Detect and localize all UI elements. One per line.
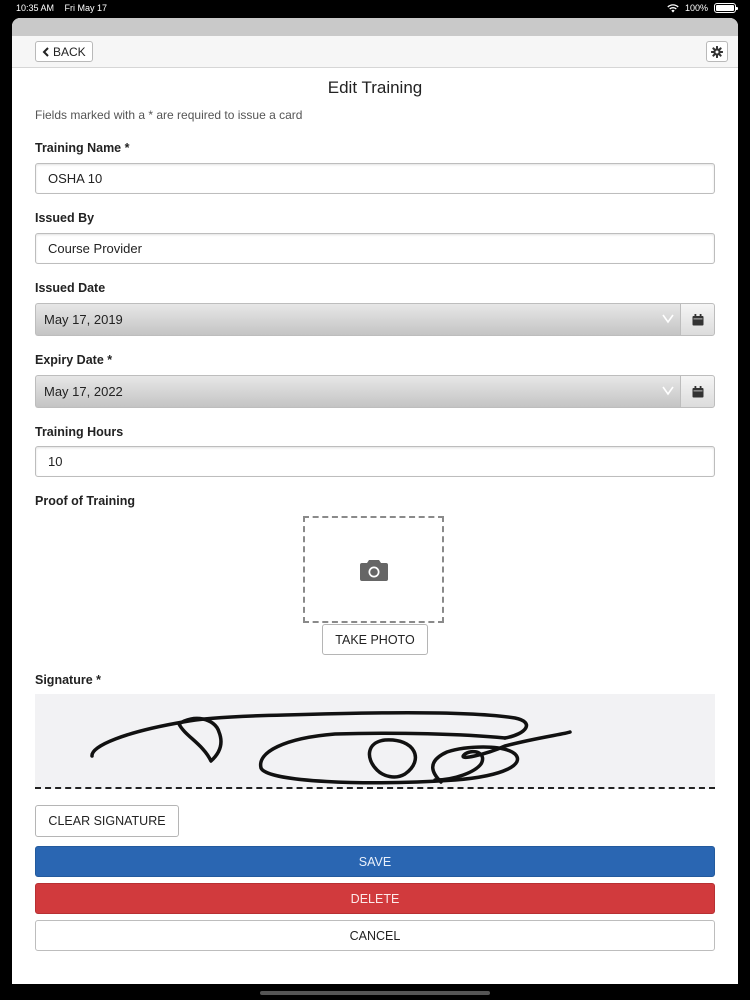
photo-dropzone[interactable]: [303, 516, 444, 623]
issued-date-value: May 17, 2019: [44, 312, 123, 327]
proof-of-training-label: Proof of Training: [35, 494, 135, 508]
training-name-value: OSHA 10: [48, 171, 103, 186]
home-indicator[interactable]: [260, 991, 490, 995]
issued-date-label: Issued Date: [35, 281, 106, 295]
signature-pad[interactable]: [35, 694, 715, 789]
cancel-button[interactable]: CANCEL: [35, 920, 715, 951]
expiry-date-label: Expiry Date *: [35, 353, 113, 367]
issued-by-label: Issued By: [35, 211, 95, 225]
app-window: BACK Edit Training Fields marked with a …: [12, 18, 738, 984]
training-hours-value: 10: [48, 454, 63, 469]
status-time: 10:35 AM: [16, 3, 55, 13]
issued-by-input[interactable]: Course Provider: [35, 233, 715, 264]
status-bar: 10:35 AM Fri May 17 100%: [0, 0, 750, 16]
issued-by-value: Course Provider: [48, 241, 142, 256]
save-button[interactable]: SAVE: [35, 846, 715, 877]
chevron-down-icon: [662, 386, 674, 396]
chevron-left-icon: [42, 46, 49, 57]
signature-label: Signature *: [35, 673, 101, 687]
nav-bar: BACK: [12, 36, 738, 68]
training-hours-label: Training Hours: [35, 425, 124, 439]
training-name-label: Training Name *: [35, 141, 130, 155]
battery-percent: 100%: [684, 3, 708, 13]
issued-date-calendar-button[interactable]: [680, 303, 715, 336]
expiry-date-calendar-button[interactable]: [680, 375, 715, 408]
calendar-icon: [692, 313, 703, 325]
expiry-date-select[interactable]: May 17, 2022: [35, 375, 680, 408]
back-button[interactable]: BACK: [35, 41, 93, 62]
wifi-icon: [667, 3, 679, 12]
training-hours-input[interactable]: 10: [35, 446, 715, 477]
required-hint: Fields marked with a * are required to i…: [35, 108, 303, 122]
gear-icon: [711, 45, 723, 58]
back-label: BACK: [53, 44, 86, 59]
chevron-down-icon: [662, 314, 674, 324]
signature-drawing: [90, 711, 572, 785]
expiry-date-value: May 17, 2022: [44, 384, 123, 399]
settings-button[interactable]: [706, 41, 728, 62]
issued-date-select[interactable]: May 17, 2019: [35, 303, 680, 336]
clear-signature-button[interactable]: CLEAR SIGNATURE: [35, 805, 179, 837]
page-title: Edit Training: [327, 78, 423, 97]
camera-icon: [359, 560, 388, 581]
status-date: Fri May 17: [64, 3, 108, 13]
take-photo-button[interactable]: TAKE PHOTO: [322, 624, 428, 655]
battery-icon: [714, 3, 738, 13]
delete-button[interactable]: DELETE: [35, 883, 715, 914]
training-name-input[interactable]: OSHA 10: [35, 163, 715, 194]
top-strip: [12, 18, 738, 36]
calendar-icon: [692, 385, 703, 397]
